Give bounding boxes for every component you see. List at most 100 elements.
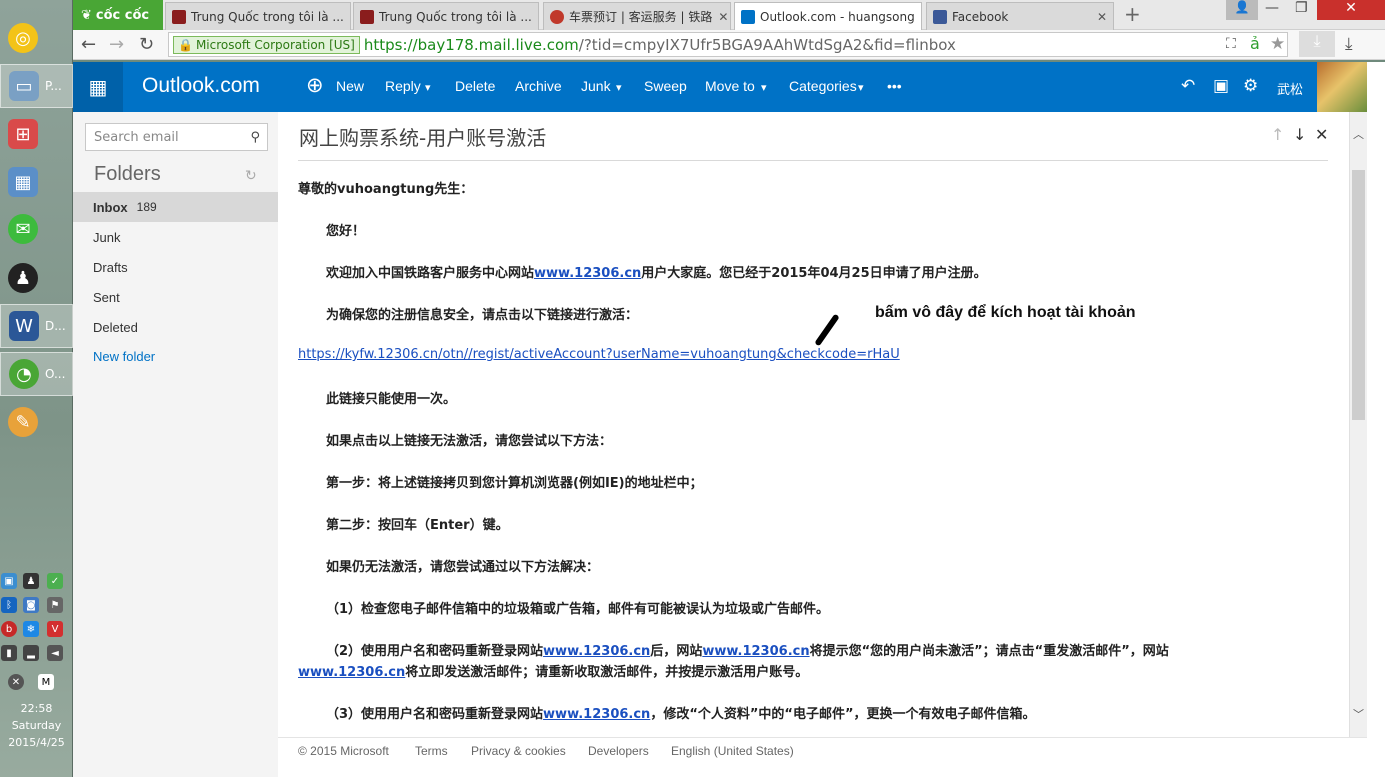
- url-field[interactable]: 🔒 Microsoft Corporation [US] https://bay…: [168, 32, 1288, 57]
- folder-sent[interactable]: Sent: [73, 282, 278, 312]
- categories-chevron-down-icon[interactable]: ▾: [858, 81, 864, 94]
- junk-button[interactable]: Junk: [581, 78, 611, 94]
- user-name[interactable]: 武松: [1277, 79, 1303, 98]
- tab-close-icon[interactable]: ✕: [915, 10, 922, 24]
- taskbar-app-calculator[interactable]: ▦: [0, 160, 73, 204]
- taskbar-app-qq[interactable]: ♟: [0, 256, 73, 300]
- scroll-down-chevron-icon[interactable]: ﹀: [1353, 706, 1364, 722]
- tray-volume-icon[interactable]: ◄: [47, 645, 63, 661]
- profile-icon[interactable]: 👤: [1226, 0, 1258, 20]
- tray-bluetooth-icon[interactable]: ᛒ: [1, 597, 17, 613]
- taskbar-app-paint[interactable]: ✎: [0, 400, 73, 444]
- settings-gear-icon[interactable]: ⚙: [1243, 76, 1258, 96]
- delete-button[interactable]: Delete: [455, 78, 495, 94]
- categories-button[interactable]: Categories: [789, 78, 857, 94]
- tray-qq-icon[interactable]: ♟: [23, 573, 39, 589]
- clock-date[interactable]: 2015/4/25: [0, 734, 73, 752]
- move-to-button[interactable]: Move to: [705, 78, 755, 94]
- search-input[interactable]: Search email: [94, 130, 179, 145]
- folder-deleted[interactable]: Deleted: [73, 312, 278, 342]
- minimize-window-icon[interactable]: —: [1265, 0, 1279, 16]
- site-link[interactable]: www.12306.cn: [543, 707, 650, 722]
- tab-close-icon[interactable]: ✕: [344, 10, 351, 24]
- refresh-folders-icon[interactable]: ↻: [245, 168, 257, 184]
- tray-signal-icon[interactable]: ▂: [23, 645, 39, 661]
- archive-button[interactable]: Archive: [515, 78, 562, 94]
- close-message-icon[interactable]: ✕: [1315, 125, 1328, 144]
- scrollbar-thumb[interactable]: [1352, 170, 1365, 420]
- restore-window-icon[interactable]: ❐: [1295, 0, 1308, 16]
- tray-app-icon[interactable]: ◙: [23, 597, 39, 613]
- move-to-chevron-down-icon[interactable]: ▾: [761, 81, 767, 94]
- new-folder-link[interactable]: New folder: [73, 341, 278, 371]
- tray-snowflake-icon[interactable]: ❄: [23, 621, 39, 637]
- tab-close-icon[interactable]: ✕: [712, 10, 728, 24]
- taskbar-item-coccoc[interactable]: ◔ O...: [0, 352, 73, 396]
- previous-message-arrow-up-icon[interactable]: ↑: [1271, 125, 1284, 144]
- browser-tab[interactable]: Facebook ✕: [926, 2, 1114, 30]
- sweep-button[interactable]: Sweep: [644, 78, 687, 94]
- reply-button[interactable]: Reply: [385, 78, 421, 94]
- folder-drafts[interactable]: Drafts: [73, 252, 278, 282]
- site-link[interactable]: www.12306.cn: [534, 266, 641, 281]
- site-link[interactable]: www.12306.cn: [702, 644, 809, 659]
- junk-chevron-down-icon[interactable]: ▾: [616, 81, 622, 94]
- user-avatar[interactable]: [1317, 62, 1367, 112]
- scroll-up-chevron-icon[interactable]: ︿: [1353, 126, 1364, 142]
- developers-link[interactable]: Developers: [588, 744, 649, 758]
- translate-icon[interactable]: ⛶: [1226, 36, 1236, 52]
- browser-tab[interactable]: 车票预订 | 客运服务 | 铁路 ✕: [543, 2, 731, 30]
- browser-tab[interactable]: Trung Quốc trong tôi là ... ✕: [353, 2, 539, 30]
- folders-heading[interactable]: Folders: [94, 163, 161, 186]
- activation-link[interactable]: https://kyfw.12306.cn/otn//regist/active…: [298, 347, 900, 362]
- outlook-brand[interactable]: Outlook.com: [142, 74, 260, 98]
- taskbar-app-wechat[interactable]: ✉: [0, 207, 73, 251]
- clock-day[interactable]: Saturday: [0, 717, 73, 735]
- taskbar-item-word[interactable]: W D...: [0, 304, 73, 348]
- coccoc-logo[interactable]: ❦ cốc cốc: [73, 0, 163, 30]
- more-actions-button[interactable]: •••: [887, 78, 902, 94]
- tray-close-icon[interactable]: ✕: [8, 674, 24, 690]
- forward-arrow-icon[interactable]: →: [109, 34, 124, 55]
- ev-certificate-badge[interactable]: 🔒 Microsoft Corporation [US]: [173, 35, 360, 54]
- tray-network-icon[interactable]: ▣: [1, 573, 17, 589]
- tray-m-icon[interactable]: M: [38, 674, 54, 690]
- messenger-icon[interactable]: ▣: [1213, 76, 1229, 96]
- tray-check-icon[interactable]: ✓: [47, 573, 63, 589]
- taskbar-app-network[interactable]: ⊞: [0, 112, 73, 156]
- back-arrow-icon[interactable]: ←: [81, 34, 96, 55]
- folder-inbox[interactable]: Inbox 189: [73, 192, 278, 222]
- site-link[interactable]: www.12306.cn: [543, 644, 650, 659]
- new-button[interactable]: New: [336, 78, 364, 94]
- language-link[interactable]: English (United States): [671, 744, 794, 758]
- terms-link[interactable]: Terms: [415, 744, 448, 758]
- savior-download-icon[interactable]: ⤓: [1299, 31, 1335, 57]
- tray-antivirus-icon[interactable]: b: [1, 621, 17, 637]
- reply-chevron-down-icon[interactable]: ▾: [425, 81, 431, 94]
- new-plus-icon[interactable]: ⊕: [306, 73, 324, 98]
- clock-time[interactable]: 22:58: [0, 700, 73, 718]
- tab-close-icon[interactable]: ✕: [532, 10, 539, 24]
- message-scrollbar[interactable]: ︿ ﹀: [1349, 112, 1367, 737]
- browser-tab-active[interactable]: Outlook.com - huangsong ✕: [734, 2, 922, 30]
- close-window-button[interactable]: ✕: [1317, 0, 1385, 20]
- taskbar-item-explorer[interactable]: ▭ P...: [0, 64, 73, 108]
- undo-icon[interactable]: ↶: [1181, 76, 1195, 96]
- search-email-box[interactable]: Search email ⚲: [85, 123, 268, 151]
- browser-tab[interactable]: Trung Quốc trong tôi là ... ✕: [165, 2, 351, 30]
- next-message-arrow-down-icon[interactable]: ↓: [1293, 125, 1306, 144]
- site-link[interactable]: www.12306.cn: [298, 665, 405, 680]
- tray-v-icon[interactable]: V: [47, 621, 63, 637]
- vietnamese-input-icon[interactable]: ả: [1250, 34, 1260, 53]
- folder-junk[interactable]: Junk: [73, 222, 278, 252]
- taskbar-start-button[interactable]: ◎: [0, 16, 73, 60]
- tray-flag-icon[interactable]: ⚑: [47, 597, 63, 613]
- search-icon[interactable]: ⚲: [250, 130, 260, 145]
- tray-battery-icon[interactable]: ▮: [1, 645, 17, 661]
- downloads-icon[interactable]: ⤓: [1345, 34, 1353, 54]
- tab-close-icon[interactable]: ✕: [1091, 10, 1107, 24]
- app-launcher-waffle-icon[interactable]: ▦: [73, 62, 123, 112]
- reload-icon[interactable]: ↻: [139, 34, 154, 55]
- new-tab-button[interactable]: +: [1124, 2, 1141, 26]
- bookmark-star-icon[interactable]: ★: [1270, 34, 1285, 54]
